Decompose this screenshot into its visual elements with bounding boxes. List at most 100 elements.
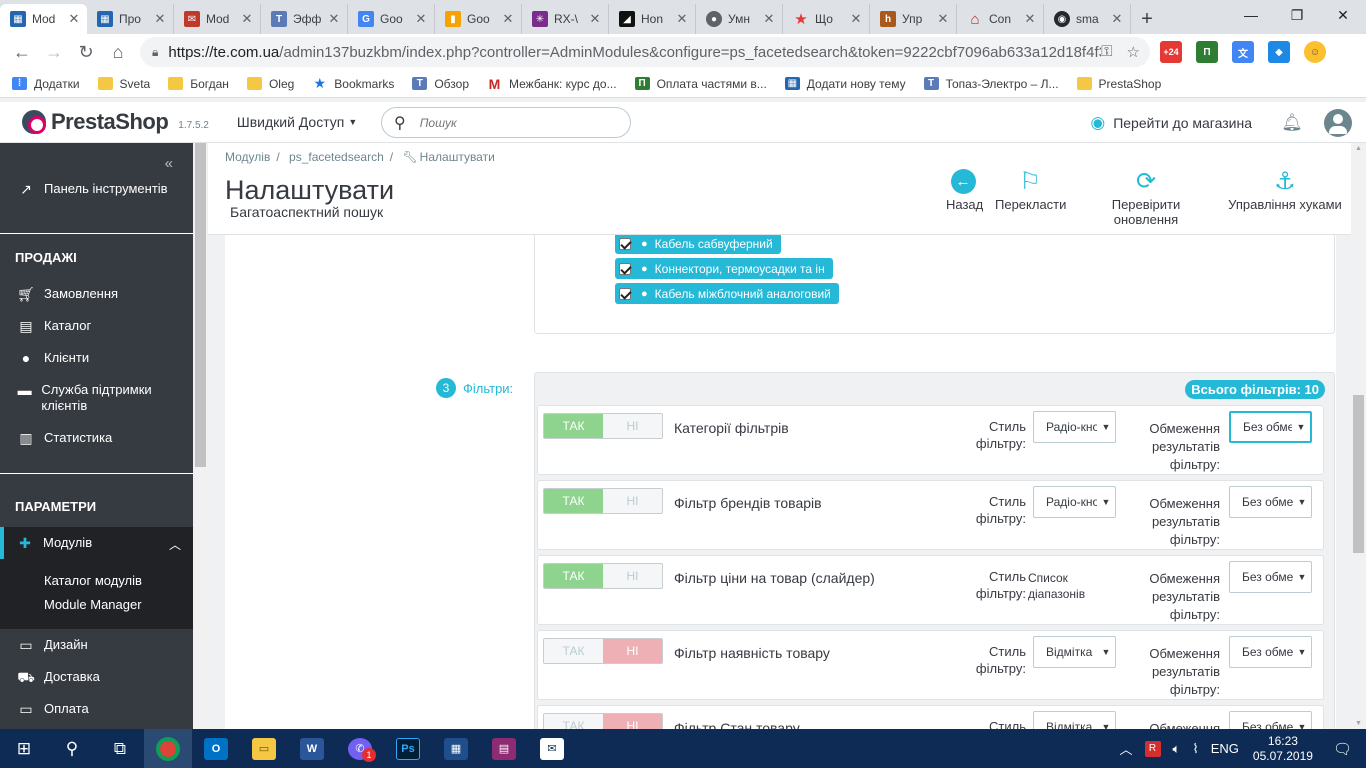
filter-enable-switch[interactable]: ТАК НІ [543, 638, 663, 664]
bookmark-item[interactable]: ★ Bookmarks [312, 75, 395, 91]
browser-tab[interactable]: ◢ Hon ✕ [609, 4, 696, 34]
sidebar-item-payment[interactable]: ▭ Оплата [0, 701, 193, 717]
clock[interactable]: 16:23 05.07.2019 [1253, 734, 1313, 764]
notifications-bell-icon[interactable]: 🔔︎ [1272, 113, 1312, 133]
browser-tab[interactable]: ▦ Mod ✕ [0, 4, 87, 34]
forward-arrow-icon[interactable]: → [38, 36, 70, 68]
bookmark-item[interactable]: ▦ Додати нову тему [784, 77, 906, 91]
quick-access-dropdown[interactable]: Швидкий Доступ ▼ [237, 114, 357, 130]
browser-tab[interactable]: ⌂ Con ✕ [957, 4, 1044, 34]
bookmark-item[interactable]: T Топаз-Электро – Л... [923, 77, 1059, 91]
breadcrumb-modules[interactable]: Модулів [225, 150, 270, 164]
close-tab-icon[interactable]: ✕ [240, 11, 254, 27]
volume-icon[interactable]: 🔈︎ [1173, 741, 1181, 757]
sidebar-item-customer-service[interactable]: ▬ Служба підтримки клієнтів [0, 382, 180, 414]
chevron-up-icon[interactable]: ︿ [169, 536, 181, 553]
browser-tab[interactable]: T Эфф ✕ [261, 4, 348, 34]
search-input[interactable] [419, 115, 600, 130]
minimize-icon[interactable]: — [1228, 0, 1274, 30]
browser-tab[interactable]: ✉ Mod ✕ [174, 4, 261, 34]
filter-limit-select[interactable]: Без обмежень▼ [1229, 486, 1312, 518]
privat-extension-icon[interactable]: П [1196, 41, 1218, 63]
weather-extension-icon[interactable]: +24 [1160, 41, 1182, 63]
close-tab-icon[interactable]: ✕ [936, 11, 950, 27]
task-view-icon[interactable]: ⧉ [96, 729, 144, 768]
close-tab-icon[interactable]: ✕ [501, 11, 515, 27]
windows-start-icon[interactable]: ⊞ [0, 729, 48, 768]
close-tab-icon[interactable]: ✕ [1023, 11, 1037, 27]
close-tab-icon[interactable]: ✕ [588, 11, 602, 27]
omnibox[interactable]: 🔒︎ https://te.com.ua/admin137buzkbm/inde… [140, 37, 1150, 67]
close-tab-icon[interactable]: ✕ [327, 11, 341, 27]
browser-tab[interactable]: ● Умн ✕ [696, 4, 783, 34]
employee-avatar-icon[interactable] [1324, 108, 1352, 137]
close-tab-icon[interactable]: ✕ [762, 11, 776, 27]
bookmark-item[interactable]: П Оплата частями в... [634, 77, 767, 91]
bookmark-item[interactable]: Sveta [97, 77, 150, 91]
key-icon[interactable]: ⚿ [1101, 43, 1112, 61]
chrome-taskbar-icon[interactable] [144, 729, 192, 768]
page-scroll-thumb[interactable] [1353, 395, 1364, 553]
close-tab-icon[interactable]: ✕ [153, 11, 167, 27]
search-icon[interactable]: ⚲ [48, 729, 96, 768]
filter-enable-switch[interactable]: ТАК НІ [543, 488, 663, 514]
filter-style-select[interactable]: Відмітка ▼ [1033, 636, 1116, 668]
viber-taskbar-icon[interactable]: ✆ 1 [336, 729, 384, 768]
url-text[interactable]: https://te.com.ua/admin137buzkbm/index.p… [168, 44, 1101, 61]
checkbox[interactable] [619, 287, 631, 300]
filter-limit-select[interactable]: Без обмежень▼ [1229, 711, 1312, 729]
collapse-menu-icon[interactable]: « [165, 155, 173, 172]
checkbox[interactable] [619, 237, 631, 250]
sidebar-subitem-module-catalog[interactable]: Каталог модулів [44, 573, 142, 588]
sidebar-item-customers[interactable]: ● Клієнти [0, 350, 193, 366]
calculator-taskbar-icon[interactable]: ▦ [432, 729, 480, 768]
switch-no[interactable]: НІ [603, 564, 662, 588]
filter-style-select[interactable]: Радіо-кнопки▼ [1033, 486, 1116, 518]
sidebar-item-orders[interactable]: 🛒︎ Замовлення [0, 286, 193, 302]
category-tag[interactable]: ● Кабель сабвуферний [615, 235, 781, 254]
mail-taskbar-icon[interactable]: ✉ [528, 729, 576, 768]
profile-avatar-icon[interactable]: ☺ [1304, 41, 1326, 63]
bookmark-item[interactable]: M Межбанк: курс до... [487, 76, 617, 92]
breadcrumb-module[interactable]: ps_facetedsearch [289, 150, 384, 164]
filter-limit-select[interactable]: Без обмежень▼ [1229, 561, 1312, 593]
back-button[interactable]: ← Назад [946, 165, 983, 212]
page-scrollbar[interactable]: ▲ ▼ [1351, 143, 1366, 729]
switch-no[interactable]: НІ [603, 639, 662, 663]
browser-tab[interactable]: h Упр ✕ [870, 4, 957, 34]
back-arrow-icon[interactable]: ← [6, 36, 38, 68]
antivirus-icon[interactable]: R [1144, 740, 1161, 757]
photoshop-taskbar-icon[interactable]: Ps [384, 729, 432, 768]
switch-yes[interactable]: ТАК [544, 714, 603, 729]
winrar-taskbar-icon[interactable]: ▤ [480, 729, 528, 768]
browser-tab[interactable]: ◉ sma ✕ [1044, 4, 1131, 34]
new-tab-button[interactable]: + [1131, 4, 1163, 34]
browser-tab[interactable]: ★ Що ✕ [783, 4, 870, 34]
sidebar-item-stats[interactable]: ▥ Статистика [0, 430, 193, 446]
browser-tab[interactable]: ▦ Про ✕ [87, 4, 174, 34]
sidebar-item-shipping[interactable]: ⛟ Доставка [0, 669, 193, 685]
switch-no[interactable]: НІ [603, 489, 662, 513]
close-window-icon[interactable]: ✕ [1320, 0, 1366, 30]
filter-enable-switch[interactable]: ТАК НІ [543, 563, 663, 589]
action-center-icon[interactable]: 🗨︎ [1333, 740, 1352, 758]
filter-enable-switch[interactable]: ТАК НІ [543, 713, 663, 729]
chevron-up-icon[interactable]: ︿ [1120, 739, 1133, 758]
filter-enable-switch[interactable]: ТАК НІ [543, 413, 663, 439]
switch-yes[interactable]: ТАК [544, 489, 603, 513]
browser-tab[interactable]: G Goo ✕ [348, 4, 435, 34]
browser-tab[interactable]: ✳ RX-\ ✕ [522, 4, 609, 34]
home-icon[interactable]: ⌂ [102, 36, 134, 68]
translate-button[interactable]: ⚐ Перекласти [995, 165, 1066, 213]
close-tab-icon[interactable]: ✕ [1110, 11, 1124, 27]
filter-limit-select[interactable]: Без обмежень▼ [1229, 411, 1312, 443]
browser-tab[interactable]: ▮ Goo ✕ [435, 4, 522, 34]
translate-extension-icon[interactable]: 文 [1232, 41, 1254, 63]
category-tag[interactable]: ● Кабель міжблочний аналоговий [615, 283, 839, 304]
bookmark-item[interactable]: T Обзор [412, 77, 469, 91]
sidebar-item-catalog[interactable]: ▤ Каталог [0, 318, 193, 334]
filter-style-select[interactable]: Радіо-кнопки▼ [1033, 411, 1116, 443]
word-taskbar-icon[interactable]: W [288, 729, 336, 768]
search-icon[interactable]: ⚲ [394, 113, 406, 133]
sidebar-item-modules[interactable]: ✚ Модулів [0, 535, 193, 551]
